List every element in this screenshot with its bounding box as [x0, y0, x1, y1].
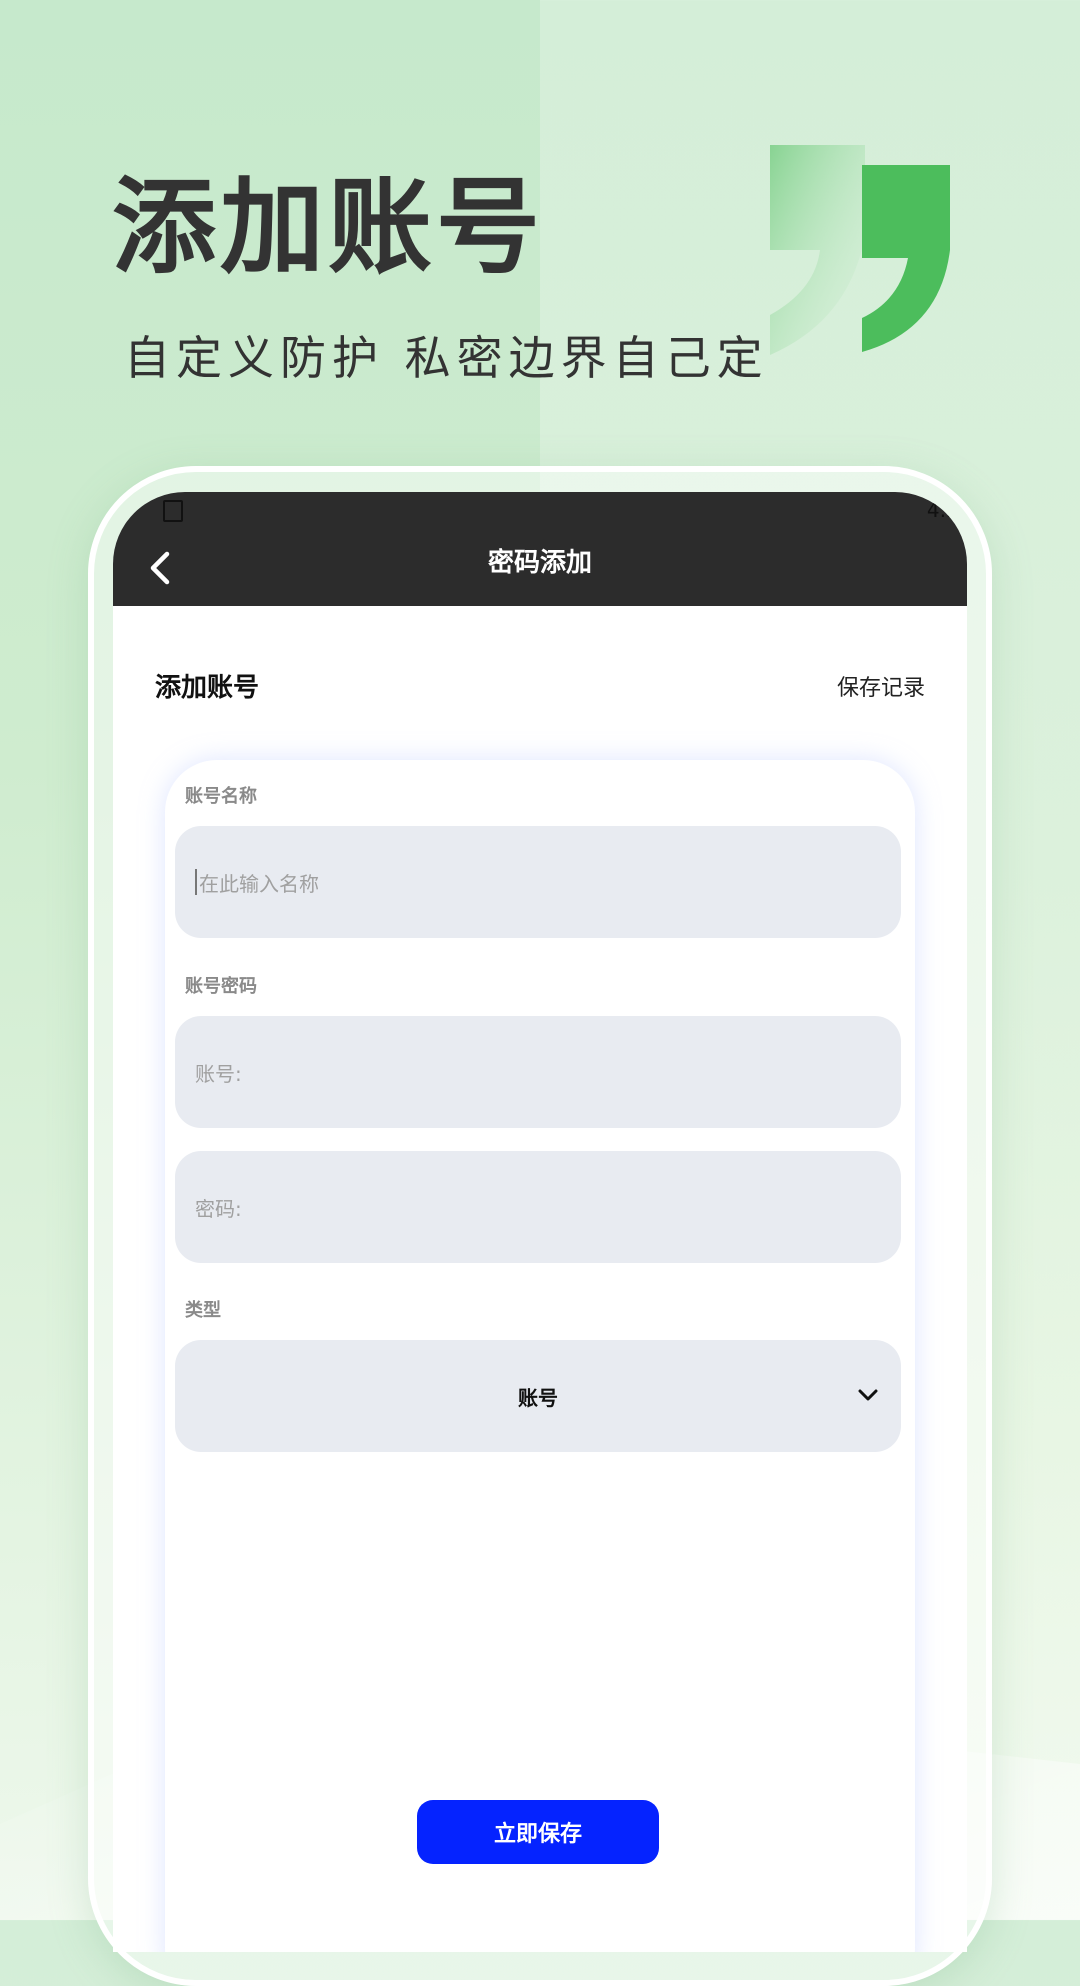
chevron-down-icon	[858, 1389, 878, 1401]
account-name-label: 账号名称	[185, 786, 257, 807]
type-selected-value: 账号	[518, 1385, 558, 1410]
account-placeholder: 账号:	[195, 1061, 242, 1086]
quote-mark-icon	[770, 145, 950, 355]
section-title: 添加账号	[155, 673, 260, 703]
status-notification-icon	[163, 500, 183, 522]
form-card: 账号名称 在此输入名称 账号密码 账号: 密码: 类型 账号 立即保存	[165, 760, 915, 1952]
phone-screen: 4:5 密码添加 添加账号 保存记录 账号名称 在此输入名称 账号密码 账号: …	[113, 492, 967, 1952]
account-name-input[interactable]: 在此输入名称	[175, 826, 901, 938]
save-records-link[interactable]: 保存记录	[837, 670, 925, 702]
status-time: 4:5	[926, 498, 959, 522]
type-select[interactable]: 账号	[175, 1340, 901, 1452]
hero-title: 添加账号	[112, 166, 545, 288]
account-name-placeholder: 在此输入名称	[199, 871, 319, 896]
credentials-label: 账号密码	[185, 976, 257, 997]
hero-subtitle: 自定义防护 私密边界自己定	[124, 331, 769, 385]
account-input[interactable]: 账号:	[175, 1016, 901, 1128]
save-now-button[interactable]: 立即保存	[417, 1800, 659, 1864]
password-input[interactable]: 密码:	[175, 1151, 901, 1263]
screen-title: 密码添加	[487, 548, 592, 578]
top-bar: 4:5 密码添加	[113, 492, 967, 606]
password-placeholder: 密码:	[195, 1196, 242, 1221]
text-cursor	[195, 869, 197, 895]
type-label: 类型	[185, 1300, 221, 1321]
